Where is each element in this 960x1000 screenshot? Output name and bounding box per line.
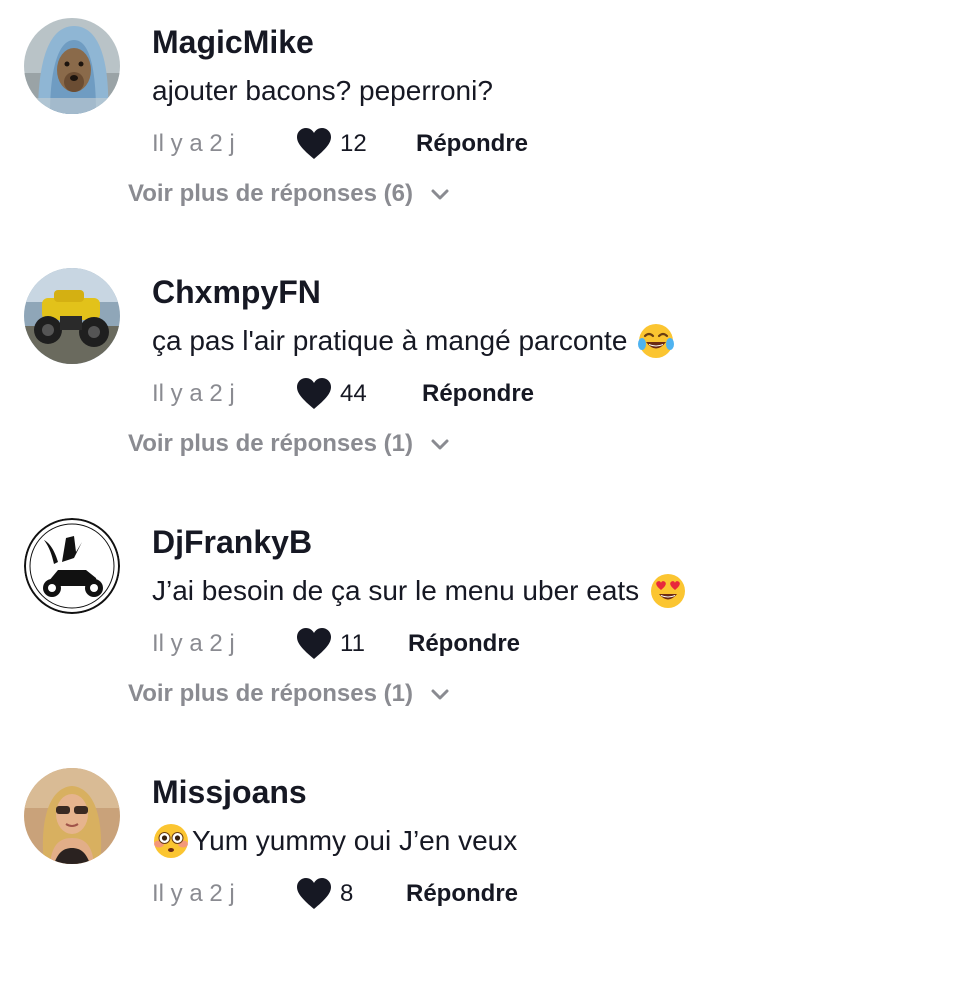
like-button[interactable]: 44	[296, 377, 422, 411]
view-more-replies-label[interactable]: Voir plus de réponses (6)	[128, 180, 413, 208]
comment-username[interactable]: DjFrankyB	[152, 522, 312, 562]
like-count: 11	[340, 630, 365, 657]
smiling-face-with-heart-eyes-icon	[649, 572, 687, 610]
comment-item: DjFrankyB J’ai besoin de ça sur le menu …	[0, 500, 960, 750]
like-button[interactable]: 12	[296, 127, 416, 161]
view-more-replies-button[interactable]: Voir plus de réponses (1)	[128, 680, 451, 708]
chevron-down-icon[interactable]	[429, 683, 451, 705]
comment-text-content: J’ai besoin de ça sur le menu uber eats	[152, 575, 640, 606]
comment-username[interactable]: ChxmpyFN	[152, 272, 321, 312]
comment-time: Il y a 2 j	[152, 880, 235, 907]
like-button[interactable]: 11	[296, 627, 408, 661]
chevron-down-icon[interactable]	[429, 433, 451, 455]
avatar[interactable]	[24, 18, 120, 114]
view-more-replies-label[interactable]: Voir plus de réponses (1)	[128, 430, 413, 458]
heart-icon[interactable]	[296, 627, 332, 661]
avatar[interactable]	[24, 268, 120, 364]
reply-button[interactable]: Répondre	[406, 880, 518, 908]
comment-text: Yum yummy oui J’en veux	[152, 822, 517, 860]
reply-button[interactable]: Répondre	[422, 380, 534, 408]
heart-icon[interactable]	[296, 877, 332, 911]
comment-item: MagicMike ajouter bacons? peperroni? Il …	[0, 0, 960, 250]
comment-text-content: ça pas l'air pratique à mangé parconte	[152, 325, 628, 356]
heart-icon[interactable]	[296, 377, 332, 411]
reply-button[interactable]: Répondre	[416, 130, 528, 158]
comment-text-content: Yum yummy oui J’en veux	[192, 825, 518, 856]
chevron-down-icon[interactable]	[429, 183, 451, 205]
comment-username[interactable]: Missjoans	[152, 772, 307, 812]
view-more-replies-label[interactable]: Voir plus de réponses (1)	[128, 680, 413, 708]
comment-username[interactable]: MagicMike	[152, 22, 314, 62]
like-count: 8	[340, 880, 354, 907]
comment-meta: Il y a 2 j 12 Répondre	[152, 124, 528, 164]
comment-text: ajouter bacons? peperroni?	[152, 72, 493, 110]
like-count: 44	[340, 380, 367, 407]
comment-meta: Il y a 2 j 11 Répondre	[152, 624, 520, 664]
comment-text-content: ajouter bacons? peperroni?	[152, 75, 493, 106]
comment-meta: Il y a 2 j 44 Répondre	[152, 374, 534, 414]
face-with-tears-of-joy-icon	[637, 322, 675, 360]
like-count: 12	[340, 130, 367, 157]
view-more-replies-button[interactable]: Voir plus de réponses (6)	[128, 180, 451, 208]
comment-item: Missjoans Yum yummy oui J’en veux Il y a…	[0, 750, 960, 1000]
avatar[interactable]	[24, 768, 120, 864]
comment-time: Il y a 2 j	[152, 130, 235, 157]
comment-item: ChxmpyFN ça pas l'air pratique à mangé p…	[0, 250, 960, 500]
reply-button[interactable]: Répondre	[408, 630, 520, 658]
like-button[interactable]: 8	[296, 877, 406, 911]
comment-text: ça pas l'air pratique à mangé parconte	[152, 322, 675, 360]
comment-text: J’ai besoin de ça sur le menu uber eats	[152, 572, 687, 610]
view-more-replies-button[interactable]: Voir plus de réponses (1)	[128, 430, 451, 458]
comment-meta: Il y a 2 j 8 Répondre	[152, 874, 518, 914]
heart-icon[interactable]	[296, 127, 332, 161]
comment-time: Il y a 2 j	[152, 380, 235, 407]
avatar[interactable]	[24, 518, 120, 614]
flushed-face-icon	[152, 822, 190, 860]
comment-time: Il y a 2 j	[152, 630, 235, 657]
